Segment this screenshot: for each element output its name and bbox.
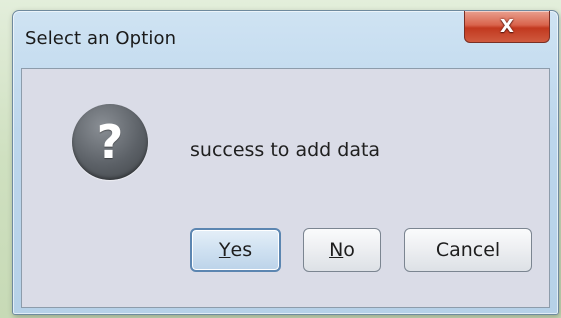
yes-button-mnemonic: Y [218, 239, 231, 261]
close-button[interactable]: X [464, 11, 550, 43]
window-title: Select an Option [25, 28, 177, 49]
no-button-label-rest: o [343, 239, 355, 261]
cancel-button-label: Cancel [435, 239, 501, 261]
yes-button-label-rest: es [230, 239, 253, 261]
no-button-mnemonic: N [329, 239, 344, 261]
no-button[interactable]: No [303, 228, 381, 272]
question-mark-glyph: ? [96, 115, 124, 169]
option-dialog-window: Select an Option X ? success to add data… [12, 10, 559, 315]
yes-button[interactable]: Yes [190, 228, 281, 272]
dialog-content: ? success to add data Yes No Cancel [21, 68, 550, 308]
close-icon: X [500, 16, 514, 37]
question-icon: ? [72, 104, 148, 180]
cancel-button[interactable]: Cancel [404, 228, 532, 272]
title-bar[interactable]: Select an Option X [13, 11, 558, 61]
dialog-message: success to add data [190, 139, 381, 161]
